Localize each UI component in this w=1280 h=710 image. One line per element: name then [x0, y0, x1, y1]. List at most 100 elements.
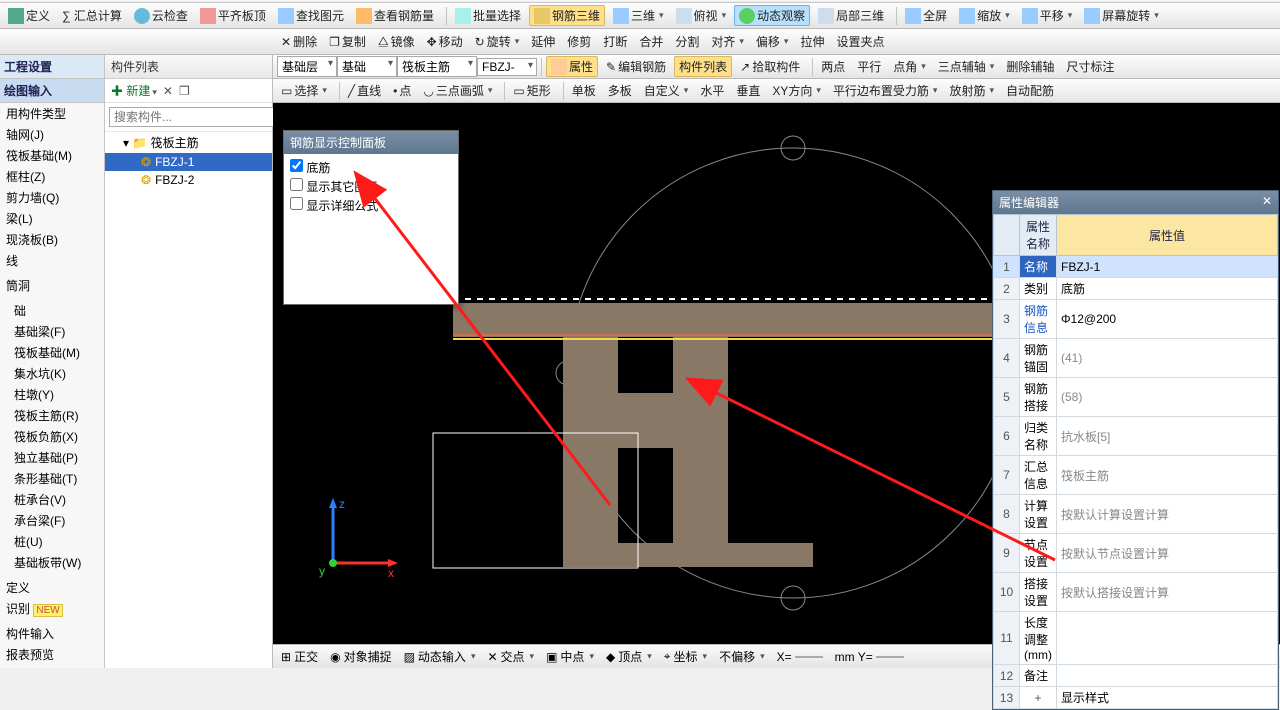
sidebar-item-7[interactable]: 线	[0, 250, 104, 271]
btn-vert[interactable]: 垂直	[732, 81, 764, 100]
sidebar-item-14[interactable]: 集水坑(K)	[0, 363, 104, 384]
sidebar-hdr-project[interactable]: 工程设置	[0, 55, 104, 79]
prop-row-9[interactable]: 9节点设置按默认节点设置计算	[994, 534, 1278, 573]
btn-copy[interactable]: ❐ 复制	[325, 32, 370, 51]
prop-row-13[interactable]: 13+显示样式	[994, 687, 1278, 709]
btn-rotate-screen[interactable]: 屏幕旋转	[1080, 6, 1163, 25]
btn-merge[interactable]: 合并	[635, 32, 667, 51]
btn-properties[interactable]: 属性	[546, 56, 598, 77]
btn-fullscreen[interactable]: 全屏	[901, 6, 951, 25]
prop-row-10[interactable]: 10搭接设置按默认搭接设置计算	[994, 573, 1278, 612]
btn-stretch[interactable]: 拉伸	[796, 32, 828, 51]
chk-detail-formula[interactable]: 显示详细公式	[290, 196, 452, 215]
sb-ortho[interactable]: ⊞ 正交	[277, 648, 322, 665]
sidebar-item-29[interactable]: 报表预览	[0, 644, 104, 665]
chk-other-elements[interactable]: 显示其它图元	[290, 177, 452, 196]
btn-find[interactable]: 查找图元	[274, 6, 348, 25]
btn-define[interactable]: 定义	[4, 6, 54, 25]
sidebar-item-5[interactable]: 梁(L)	[0, 208, 104, 229]
btn-horiz[interactable]: 水平	[696, 81, 728, 100]
btn-delete[interactable]: ✕ 删除	[277, 32, 321, 51]
sb-vertex[interactable]: ◆ 顶点	[602, 648, 656, 665]
sidebar-item-0[interactable]: 用构件类型	[0, 103, 104, 124]
btn-line[interactable]: ╱ 直线	[344, 81, 385, 100]
btn-sum[interactable]: ∑ 汇总计算	[58, 6, 126, 25]
prop-row-8[interactable]: 8计算设置按默认计算设置计算	[994, 495, 1278, 534]
sidebar-item-9[interactable]: 筒洞	[0, 275, 104, 296]
btn-set-grip[interactable]: 设置夹点	[832, 32, 888, 51]
property-editor[interactable]: 属性编辑器✕ 属性名称属性值 1名称FBZJ-12类别底筋3钢筋信息Φ12@20…	[992, 190, 1279, 710]
sb-midpoint[interactable]: ▣ 中点	[542, 648, 598, 665]
btn-rotate[interactable]: ↻ 旋转	[471, 32, 524, 51]
sidebar-item-23[interactable]: 基础板带(W)	[0, 552, 104, 573]
prop-row-2[interactable]: 2类别底筋	[994, 278, 1278, 300]
rebar-display-panel[interactable]: 钢筋显示控制面板 底筋 显示其它图元 显示详细公式	[283, 130, 459, 305]
btn-local-3d[interactable]: 局部三维	[814, 6, 888, 25]
chk-bottom-rebar[interactable]: 底筋	[290, 158, 452, 177]
btn-three-aux[interactable]: 三点辅轴	[934, 57, 999, 76]
search-input[interactable]	[109, 107, 274, 127]
btn-dynamic-view[interactable]: 动态观察	[734, 5, 810, 26]
prop-row-6[interactable]: 6归类名称抗水板[5]	[994, 417, 1278, 456]
sb-coord[interactable]: ⌖ 坐标	[660, 648, 711, 665]
sidebar-item-17[interactable]: 筏板负筋(X)	[0, 426, 104, 447]
btn-auto-rebar[interactable]: 自动配筋	[1002, 81, 1058, 100]
prop-row-5[interactable]: 5钢筋搭接(58)	[994, 378, 1278, 417]
btn-arc3[interactable]: ◡ 三点画弧	[419, 81, 496, 100]
btn-parallel[interactable]: 平行	[853, 57, 885, 76]
sidebar-item-16[interactable]: 筏板主筋(R)	[0, 405, 104, 426]
btn-3d[interactable]: 三维	[609, 6, 668, 25]
sidebar-item-19[interactable]: 条形基础(T)	[0, 468, 104, 489]
btn-batch-select[interactable]: 批量选择	[451, 6, 525, 25]
sidebar-item-6[interactable]: 现浇板(B)	[0, 229, 104, 250]
tree-root[interactable]: ▾ 📁 筏板主筋	[105, 132, 272, 153]
close-icon[interactable]: ✕	[1262, 194, 1272, 211]
btn-single-slab[interactable]: 单板	[568, 81, 600, 100]
sidebar-hdr-drawing[interactable]: 绘图输入	[0, 79, 104, 103]
btn-rebar-3d[interactable]: 钢筋三维	[529, 5, 605, 26]
prop-row-4[interactable]: 4钢筋锚固(41)	[994, 339, 1278, 378]
sidebar-item-20[interactable]: 桩承台(V)	[0, 489, 104, 510]
prop-row-3[interactable]: 3钢筋信息Φ12@200	[994, 300, 1278, 339]
prop-row-11[interactable]: 11长度调整(mm)	[994, 612, 1278, 665]
sb-osnap[interactable]: ◉ 对象捕捉	[326, 648, 396, 665]
btn-select[interactable]: ▭ 选择	[277, 81, 331, 100]
sidebar-item-28[interactable]: 构件输入	[0, 623, 104, 644]
btn-break[interactable]: 打断	[599, 32, 631, 51]
btn-split[interactable]: 分割	[671, 32, 703, 51]
btn-multi-slab[interactable]: 多板	[604, 81, 636, 100]
btn-zoom[interactable]: 缩放	[955, 6, 1014, 25]
sidebar-item-3[interactable]: 框柱(Z)	[0, 166, 104, 187]
prop-row-1[interactable]: 1名称FBZJ-1	[994, 256, 1278, 278]
sidebar-item-11[interactable]: 础	[0, 300, 104, 321]
sidebar-item-22[interactable]: 桩(U)	[0, 531, 104, 552]
btn-extend[interactable]: 延伸	[527, 32, 559, 51]
btn-offset[interactable]: 偏移	[752, 32, 793, 51]
btn-xy[interactable]: XY方向	[768, 81, 825, 100]
combo-type[interactable]: 筏板主筋	[397, 56, 477, 77]
btn-move[interactable]: ✥ 移动	[423, 32, 467, 51]
sidebar-item-26[interactable]: 识别 NEW	[0, 598, 104, 619]
sb-dyninput[interactable]: ▨ 动态输入	[400, 648, 480, 665]
btn-radial[interactable]: 放射筋	[945, 81, 998, 100]
combo-component[interactable]: FBZJ-	[477, 58, 537, 76]
sidebar-item-18[interactable]: 独立基础(P)	[0, 447, 104, 468]
sb-intersect[interactable]: ✕ 交点	[483, 648, 538, 665]
btn-delete-component[interactable]: ✕	[163, 84, 173, 98]
btn-rect[interactable]: ▭ 矩形	[509, 81, 554, 100]
sidebar-item-25[interactable]: 定义	[0, 577, 104, 598]
combo-category[interactable]: 基础	[337, 56, 397, 77]
sidebar-item-4[interactable]: 剪力墙(Q)	[0, 187, 104, 208]
btn-comp-list[interactable]: 构件列表	[674, 56, 732, 77]
btn-trim[interactable]: 修剪	[563, 32, 595, 51]
btn-pan[interactable]: 平移	[1018, 6, 1077, 25]
btn-cloud-check[interactable]: 云检查	[130, 6, 192, 25]
sidebar-item-12[interactable]: 基础梁(F)	[0, 321, 104, 342]
tree-item-1[interactable]: ❂FBZJ-2	[105, 171, 272, 189]
btn-point[interactable]: • 点	[389, 81, 415, 100]
combo-floor[interactable]: 基础层	[277, 56, 337, 77]
btn-rebar-qty[interactable]: 查看钢筋量	[352, 6, 438, 25]
btn-new-component[interactable]: ✚ 新建	[111, 82, 157, 99]
sb-nooffset[interactable]: 不偏移	[715, 648, 769, 665]
btn-align[interactable]: 对齐	[707, 32, 748, 51]
